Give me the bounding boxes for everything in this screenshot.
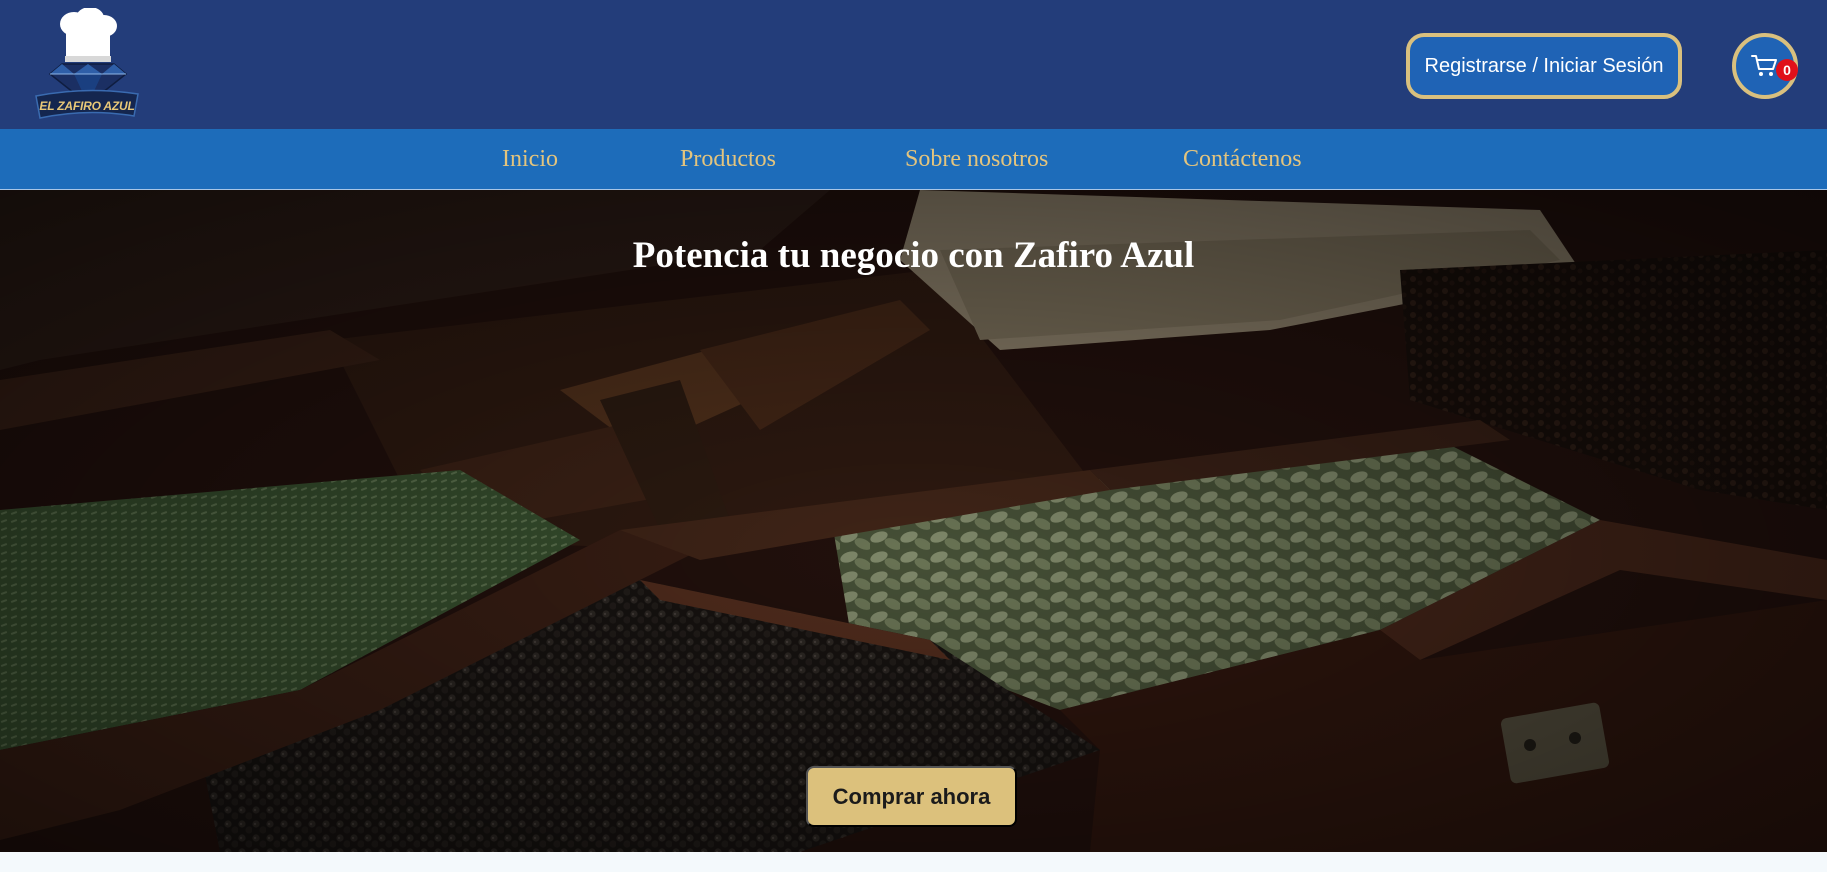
shop-now-button[interactable]: Comprar ahora <box>806 766 1017 827</box>
nav-item-productos[interactable]: Productos <box>680 129 776 190</box>
cart-button[interactable]: 0 <box>1732 33 1798 99</box>
spice-box-image <box>0 190 1827 852</box>
nav-item-contactenos[interactable]: Contáctenos <box>1183 129 1302 190</box>
login-register-button[interactable]: Registrarse / Iniciar Sesión <box>1406 33 1682 99</box>
cart-count-badge: 0 <box>1776 59 1798 81</box>
hero-banner: Potencia tu negocio con Zafiro Azul Comp… <box>0 190 1827 852</box>
brand-logo[interactable]: EL ZAFIRO AZUL <box>34 8 140 120</box>
nav-item-sobre-nosotros[interactable]: Sobre nosotros <box>905 129 1048 190</box>
main-nav: Inicio Productos Sobre nosotros Contácte… <box>0 129 1827 190</box>
shopping-cart-icon <box>1751 55 1777 76</box>
brand-name: EL ZAFIRO AZUL <box>39 99 135 113</box>
nav-item-inicio[interactable]: Inicio <box>502 129 558 190</box>
top-header: EL ZAFIRO AZUL Registrarse / Iniciar Ses… <box>0 0 1827 129</box>
page-bottom-strip <box>0 852 1827 872</box>
hero-title: Potencia tu negocio con Zafiro Azul <box>632 235 1195 276</box>
